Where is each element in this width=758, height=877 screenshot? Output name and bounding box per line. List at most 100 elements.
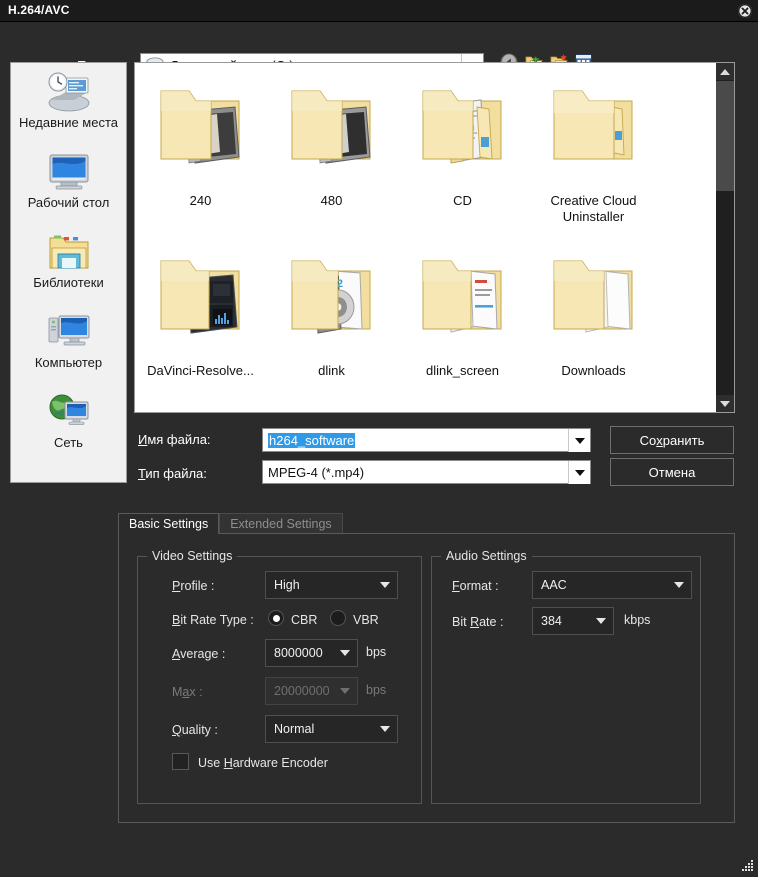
folder-pictures-icon	[280, 71, 384, 191]
radio-cbr[interactable]	[268, 610, 284, 626]
desktop-icon	[47, 149, 91, 195]
list-item[interactable]: 240	[135, 63, 266, 233]
quality-combobox[interactable]: Normal	[265, 715, 398, 743]
list-item[interactable]: CR2 dlink	[266, 233, 397, 403]
file-name-combobox[interactable]: h264_software	[262, 428, 591, 452]
sidebar-item-network[interactable]: Сеть	[11, 389, 126, 469]
list-item[interactable]: Creative Cloud Uninstaller	[528, 63, 659, 233]
file-label: dlink_screen	[426, 363, 499, 378]
file-label: Creative Cloud Uninstaller	[550, 193, 637, 224]
scrollbar-thumb[interactable]	[716, 81, 734, 191]
sidebar-item-libraries[interactable]: Библиотеки	[11, 229, 126, 309]
save-button[interactable]: Со х ранить	[610, 426, 734, 454]
libraries-icon	[47, 229, 91, 275]
audio-bitrate-label-pre: Bit	[452, 615, 471, 629]
chevron-down-icon	[674, 582, 684, 588]
file-label: DaVinci-Resolve...	[147, 363, 254, 378]
audio-format-value: AAC	[541, 578, 567, 592]
hardware-encoder-label[interactable]: Use Hardware Encoder	[198, 756, 328, 770]
settings-tabstrip: Basic Settings Extended Settings	[118, 513, 343, 534]
audio-format-label: Format :	[452, 579, 499, 593]
sidebar-item-desktop[interactable]: Рабочий стол	[11, 149, 126, 229]
scroll-up-icon[interactable]	[716, 63, 734, 80]
window-title: H.264/AVC	[8, 3, 70, 17]
profile-combobox[interactable]: High	[265, 571, 398, 599]
sidebar-item-label: Рабочий стол	[27, 195, 110, 210]
sidebar-item-computer[interactable]: Компьютер	[11, 309, 126, 389]
file-type-label: Тип файла:	[138, 466, 207, 481]
list-item[interactable]: CD	[397, 63, 528, 233]
average-bitrate-value: 8000000	[274, 646, 323, 660]
chevron-down-icon	[574, 437, 585, 444]
file-label: dlink	[318, 363, 345, 378]
hardware-encoder-checkbox[interactable]	[172, 753, 189, 770]
radio-vbr-label[interactable]: VBR	[353, 613, 379, 627]
resize-grip[interactable]	[741, 858, 755, 872]
audio-bitrate-label-accel: R	[470, 615, 480, 629]
profile-label-rest: rofile :	[180, 579, 215, 593]
network-icon	[47, 389, 91, 435]
scroll-down-icon[interactable]	[716, 395, 734, 412]
basic-settings-panel: Video Settings Profile : High Bit Rate T…	[118, 533, 735, 823]
max-bitrate-unit: bps	[366, 683, 387, 697]
chevron-down-icon	[380, 726, 390, 732]
tab-basic-settings[interactable]: Basic Settings	[118, 513, 220, 534]
tab-label: Basic Settings	[129, 517, 209, 531]
audio-bitrate-label: Bit Rate :	[452, 615, 503, 629]
list-item[interactable]: Downloads	[528, 233, 659, 403]
list-item[interactable]: DaVinci-Resolve...	[135, 233, 266, 403]
file-label: 480	[320, 193, 343, 208]
video-settings-group: Video Settings Profile : High Bit Rate T…	[137, 549, 422, 804]
chevron-down-icon	[596, 618, 606, 624]
cancel-button[interactable]: Отмена	[610, 458, 734, 486]
radio-vbr[interactable]	[330, 610, 346, 626]
file-label: 240	[189, 193, 212, 208]
folder-documents-icon	[411, 241, 515, 361]
average-label-rest: verage :	[180, 647, 226, 661]
computer-icon	[46, 309, 92, 355]
sidebar-item-label: Сеть	[54, 435, 83, 450]
quality-label: Quality :	[172, 723, 218, 737]
file-type-combobox[interactable]: MPEG-4 (*.mp4)	[262, 460, 591, 484]
file-name-label: Имя файла:	[138, 432, 211, 447]
max-label-pre: M	[172, 685, 183, 699]
file-type-label-rest: ип файла:	[145, 466, 207, 481]
file-grid: 240 480 CD Creative Cloud Uninstaller Da…	[135, 63, 715, 403]
cancel-button-label: Отмена	[648, 464, 696, 480]
audio-format-combobox[interactable]: AAC	[532, 571, 692, 599]
max-label-post: x :	[189, 685, 203, 699]
recent-places-icon	[44, 69, 94, 115]
radio-cbr-label[interactable]: CBR	[291, 613, 317, 627]
quality-label-rest: uality :	[181, 723, 218, 737]
list-item[interactable]: dlink_screen	[397, 233, 528, 403]
audio-bitrate-label-post: ate :	[479, 615, 504, 629]
audio-format-label-rest: ormat :	[459, 579, 499, 593]
file-type-dropdown-arrow[interactable]	[568, 461, 590, 484]
close-icon[interactable]	[738, 4, 752, 18]
max-label: Max :	[172, 685, 203, 699]
audio-format-label-accel: F	[452, 579, 460, 593]
audio-bitrate-combobox[interactable]: 384	[532, 607, 614, 635]
save-button-post: ранить	[662, 432, 705, 448]
tab-extended-settings[interactable]: Extended Settings	[219, 513, 343, 534]
file-browser[interactable]: 240 480 CD Creative Cloud Uninstaller Da…	[134, 62, 735, 413]
sidebar-item-label: Библиотеки	[33, 275, 104, 290]
average-label: Average :	[172, 647, 225, 661]
vertical-scrollbar[interactable]	[716, 63, 734, 412]
file-name-input[interactable]: h264_software	[268, 432, 356, 448]
folder-pictures-icon	[149, 71, 253, 191]
max-bitrate-combobox: 20000000	[265, 677, 358, 705]
chevron-down-icon	[380, 582, 390, 588]
file-label: CD	[453, 193, 472, 208]
sidebar-item-label: Недавние места	[18, 115, 119, 130]
folder-documents-icon	[411, 71, 515, 191]
sidebar-item-recent-places[interactable]: Недавние места	[11, 69, 126, 149]
average-bitrate-combobox[interactable]: 8000000	[265, 639, 358, 667]
sidebar-item-label: Компьютер	[34, 355, 103, 370]
list-item[interactable]: 480	[266, 63, 397, 233]
file-name-dropdown-arrow[interactable]	[568, 429, 590, 452]
folder-pictures-icon	[149, 241, 253, 361]
folder-documents-icon	[542, 241, 646, 361]
hardware-encoder-label-pre: Use	[198, 756, 224, 770]
audio-bitrate-unit: kbps	[624, 613, 651, 627]
